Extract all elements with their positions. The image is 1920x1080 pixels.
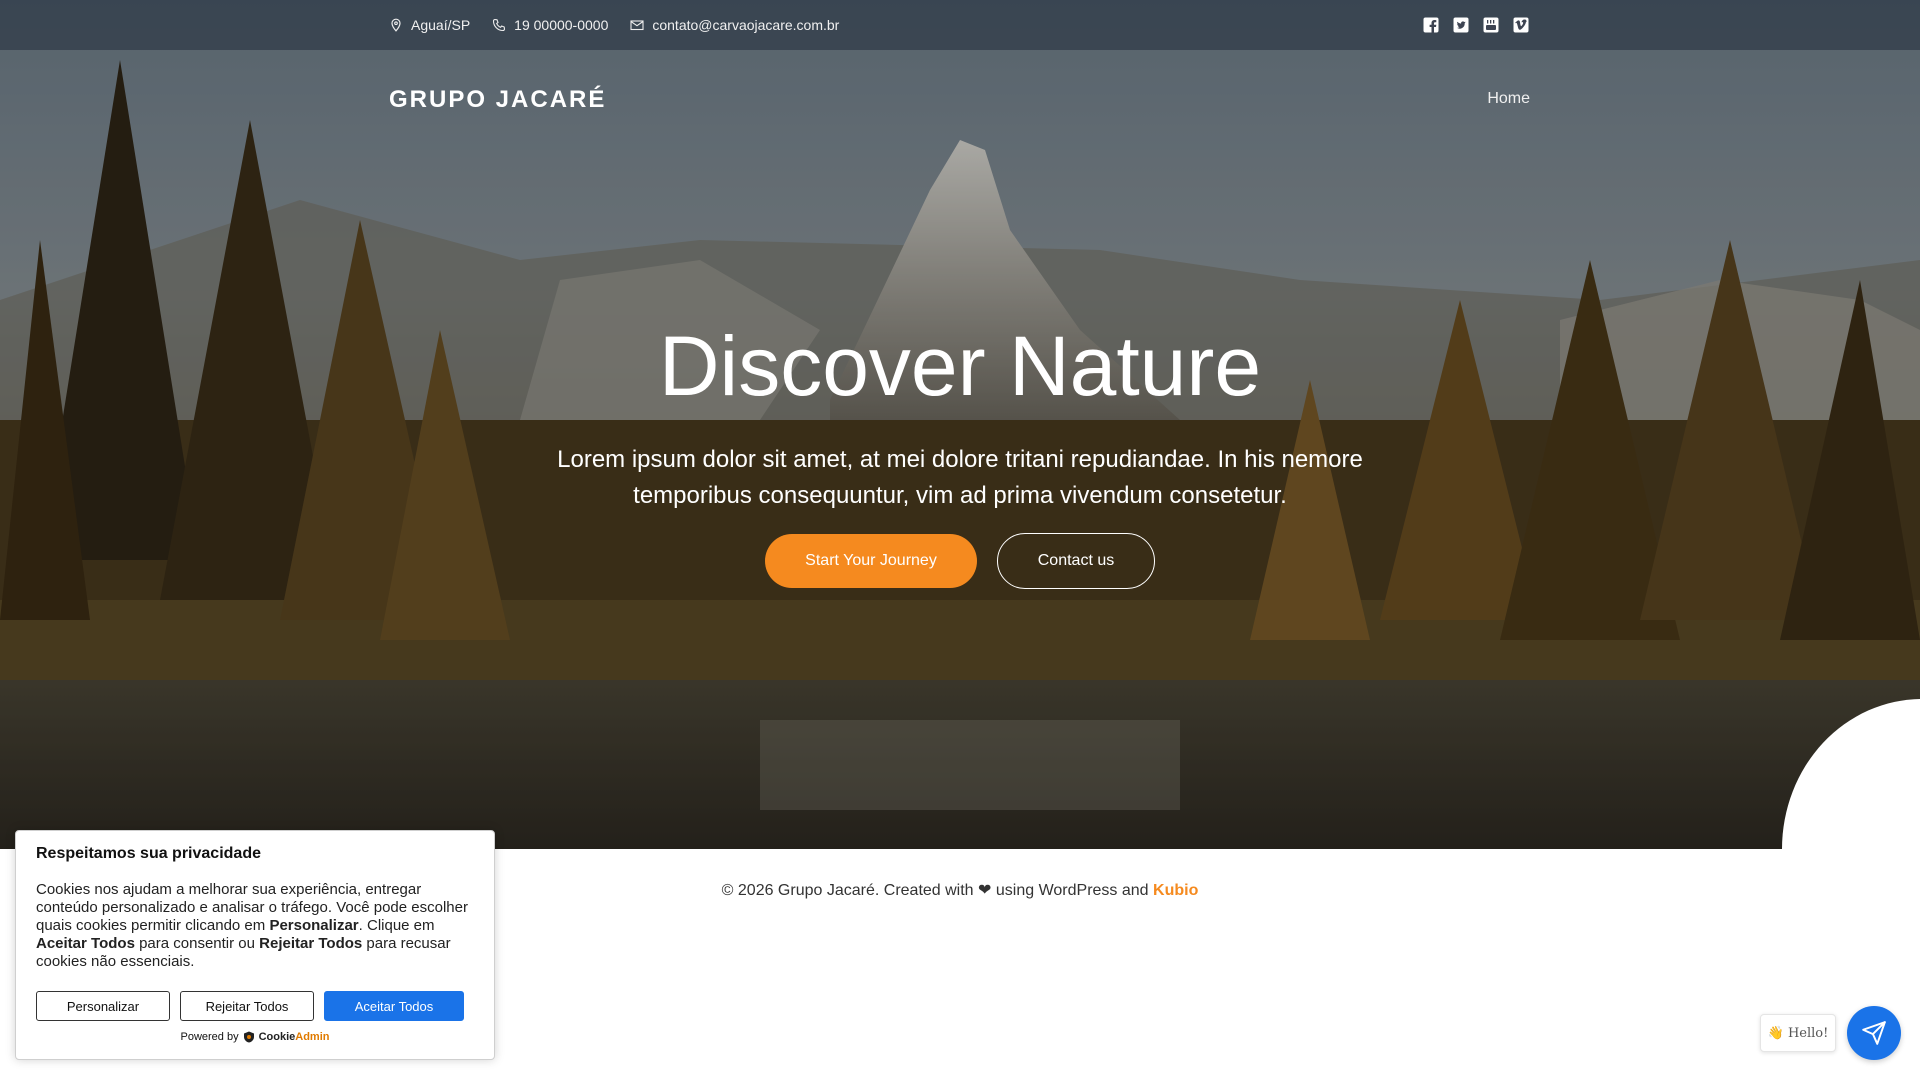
reject-all-button[interactable]: Rejeitar Todos bbox=[180, 991, 314, 1021]
hero-description: Lorem ipsum dolor sit amet, at mei dolor… bbox=[557, 446, 1363, 509]
heart-icon: ❤ bbox=[978, 882, 992, 899]
customize-button[interactable]: Personalizar bbox=[36, 991, 170, 1021]
youtube-icon[interactable] bbox=[1482, 16, 1500, 34]
twitter-icon[interactable] bbox=[1452, 16, 1470, 34]
cookieadmin-brand-a: Cookie bbox=[258, 1031, 296, 1043]
accept-all-button[interactable]: Aceitar Todos bbox=[324, 991, 464, 1021]
cookieadmin-brand[interactable]: CookieAdmin bbox=[259, 1031, 330, 1043]
footer-prefix: © 2026 Grupo Jacaré. Created with bbox=[721, 882, 974, 899]
cookie-description: Cookies nos ajudam a melhorar sua experi… bbox=[36, 881, 474, 971]
cookie-bold-reject: Rejeitar Todos bbox=[259, 935, 363, 952]
cookie-bold-accept: Aceitar Todos bbox=[36, 935, 135, 952]
social-links bbox=[1422, 16, 1530, 34]
map-pin-icon bbox=[391, 18, 401, 32]
powered-by-label: Powered by bbox=[180, 1031, 239, 1043]
contact-us-button[interactable]: Contact us bbox=[997, 533, 1155, 589]
footer-middle: using WordPress and bbox=[995, 882, 1149, 899]
cookieadmin-brand-b: Admin bbox=[295, 1031, 330, 1043]
cookieadmin-logo-icon bbox=[243, 1031, 254, 1043]
cookie-bold-customize: Personalizar bbox=[269, 917, 359, 934]
mail-icon bbox=[630, 20, 644, 31]
email-text: contato@carvaojacare.com.br bbox=[652, 17, 840, 33]
phone-info: 19 00000-0000 bbox=[492, 17, 608, 33]
cookie-buttons: Personalizar Rejeitar Todos Aceitar Todo… bbox=[36, 991, 474, 1021]
hero-title: Discover Nature bbox=[658, 319, 1262, 413]
hero-background-image bbox=[0, 0, 1920, 849]
hero-section: Aguaí/SP 19 00000-0000 contato@carvaojac… bbox=[0, 0, 1920, 849]
site-brand[interactable]: GRUPO JACARÉ bbox=[389, 86, 606, 114]
cookie-consent-banner: Respeitamos sua privacidade Cookies nos … bbox=[15, 830, 495, 1060]
nav-item-home[interactable]: Home bbox=[1487, 90, 1530, 108]
vimeo-icon[interactable] bbox=[1512, 16, 1530, 34]
phone-text: 19 00000-0000 bbox=[514, 17, 609, 33]
contact-info: Aguaí/SP 19 00000-0000 contato@carvaojac… bbox=[389, 0, 839, 50]
cookie-title: Respeitamos sua privacidade bbox=[36, 845, 261, 862]
cookie-text-3: para consentir ou bbox=[134, 935, 260, 952]
kubio-link[interactable]: Kubio bbox=[1153, 882, 1198, 899]
start-journey-button[interactable]: Start Your Journey bbox=[765, 534, 977, 588]
send-icon bbox=[1862, 1021, 1886, 1045]
powered-by: Powered by CookieAdmin bbox=[36, 1031, 474, 1043]
phone-icon bbox=[493, 18, 506, 32]
email-info: contato@carvaojacare.com.br bbox=[630, 17, 839, 33]
facebook-icon[interactable] bbox=[1422, 16, 1440, 34]
chat-launcher-button[interactable] bbox=[1847, 1006, 1901, 1060]
top-bar: Aguaí/SP 19 00000-0000 contato@carvaojac… bbox=[0, 0, 1920, 50]
location-text: Aguaí/SP bbox=[411, 17, 471, 33]
chat-greeting[interactable]: 👋 Hello! bbox=[1760, 1014, 1836, 1052]
page: Aguaí/SP 19 00000-0000 contato@carvaojac… bbox=[0, 0, 1920, 1080]
location-info: Aguaí/SP bbox=[389, 17, 470, 33]
cookie-text-2: . Clique em bbox=[358, 917, 435, 934]
